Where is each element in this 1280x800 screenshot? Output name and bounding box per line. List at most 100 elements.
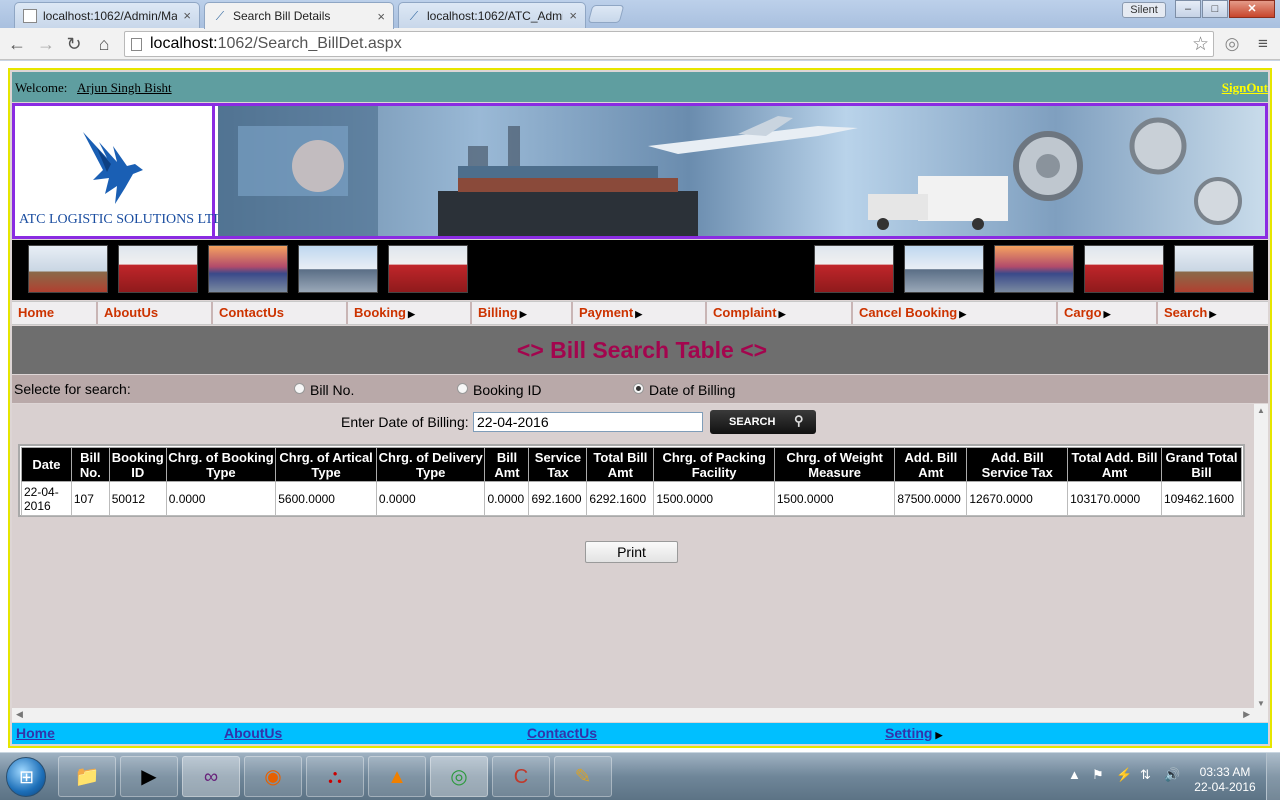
show-hidden-icons-icon[interactable]: ▲ — [1068, 767, 1081, 782]
radio-date-of-billing[interactable] — [633, 383, 644, 394]
tab-title: Search Bill Details — [233, 9, 331, 23]
paint-icon[interactable]: ✎ — [554, 756, 612, 797]
column-header: Chrg. of Packing Facility — [653, 447, 775, 482]
tab-title: localhost:1062/Admin/Ma — [43, 8, 178, 23]
menu-aboutus[interactable]: AboutUs — [98, 302, 213, 324]
menu-booking[interactable]: Booking ▶ — [348, 302, 472, 324]
menu-contactus[interactable]: ContactUs — [213, 302, 348, 324]
start-button[interactable]: ⊞ — [6, 757, 46, 797]
close-tab-icon[interactable]: × — [183, 8, 191, 23]
table-cell: 87500.0000 — [894, 481, 968, 516]
airplane-truck-thumbnail — [1174, 245, 1254, 293]
address-bar[interactable]: localhost:1062/Search_BillDet.aspx ☆ — [124, 31, 1214, 57]
table-cell: 22-04-2016 — [21, 481, 72, 516]
radio-booking-id[interactable] — [457, 383, 468, 394]
horizontal-scrollbar[interactable]: ◀ ▶ — [12, 708, 1268, 722]
tab-title: localhost:1062/ATC_Admi — [427, 8, 564, 23]
close-tab-icon[interactable]: × — [377, 9, 385, 24]
footer-contactus-link[interactable]: ContactUs — [527, 725, 597, 741]
chrome-icon[interactable]: ◎ — [430, 756, 488, 797]
minimize-button[interactable]: – — [1175, 0, 1201, 18]
menu-icon[interactable]: ≡ — [1252, 33, 1274, 55]
vlc-icon[interactable]: ▲ — [368, 756, 426, 797]
volume-icon[interactable]: 🔊 — [1164, 767, 1180, 783]
power-icon[interactable]: ⚡ — [1116, 767, 1132, 783]
acrobat-icon[interactable]: ⛬ — [306, 756, 364, 797]
windows-logo-icon: ⊞ — [19, 767, 35, 787]
clock-time: 03:33 AM — [1199, 765, 1251, 779]
title-bar: <> Bill Search Table <> — [12, 326, 1268, 374]
scroll-right-icon[interactable]: ▶ — [1243, 709, 1250, 720]
menu-cargo[interactable]: Cargo ▶ — [1058, 302, 1158, 324]
table-cell: 1500.0000 — [773, 481, 896, 516]
column-header: Bill No. — [70, 447, 110, 482]
table-cell: 5600.0000 — [275, 481, 377, 516]
forward-icon[interactable]: → — [34, 32, 58, 56]
file-explorer-icon[interactable]: 📁 — [58, 756, 116, 797]
reload-icon[interactable]: ↻ — [62, 32, 86, 56]
firefox-icon[interactable]: ◉ — [244, 756, 302, 797]
scroll-down-icon[interactable]: ▼ — [1257, 699, 1265, 708]
submenu-arrow-icon: ▶ — [1103, 309, 1111, 319]
radio-bill-no[interactable] — [294, 383, 305, 394]
search-button[interactable]: SEARCH ⚲ — [710, 410, 816, 434]
home-icon[interactable]: ⌂ — [92, 32, 116, 56]
extension-icon[interactable]: ◎ — [1221, 33, 1243, 55]
new-tab-button[interactable] — [587, 5, 625, 23]
star-icon[interactable]: ☆ — [1192, 33, 1209, 56]
red-truck-thumbnail — [388, 245, 468, 293]
white-truck-thumbnail — [904, 245, 984, 293]
vertical-scrollbar[interactable]: ▲ ▼ — [1254, 404, 1268, 710]
column-header: Total Add. Bill Amt — [1067, 447, 1162, 482]
radio-label-date-of-billing[interactable]: Date of Billing — [649, 382, 735, 398]
maximize-button[interactable]: □ — [1202, 0, 1228, 18]
browser-tab-atc-admin[interactable]: ⟋ localhost:1062/ATC_Admi × — [398, 2, 586, 28]
window-close-button[interactable]: ✕ — [1229, 0, 1275, 18]
date-of-billing-input[interactable] — [473, 412, 703, 432]
table-cell: 50012 — [108, 481, 167, 516]
main-menu: Home AboutUs ContactUs Booking ▶ Billing ▶… — [12, 301, 1268, 325]
bill-table: Date Bill No. Booking ID Chrg. of Bookin… — [21, 447, 1243, 516]
network-icon[interactable]: ⇅ — [1140, 767, 1151, 783]
thumbnail-strip — [12, 240, 1268, 300]
footer-aboutus-link[interactable]: AboutUs — [224, 725, 282, 741]
menu-complaint[interactable]: Complaint ▶ — [707, 302, 853, 324]
column-header: Date — [21, 447, 72, 482]
signout-link[interactable]: SignOut — [1222, 80, 1268, 96]
menu-cancel-booking[interactable]: Cancel Booking ▶ — [853, 302, 1058, 324]
close-tab-icon[interactable]: × — [569, 8, 577, 23]
table-cell: 0.0000 — [375, 481, 486, 516]
clock[interactable]: 03:33 AM 22-04-2016 — [1190, 765, 1260, 795]
media-player-icon[interactable]: ▶ — [120, 756, 178, 797]
radio-label-booking-id[interactable]: Booking ID — [473, 382, 541, 398]
column-header: Bill Amt — [484, 447, 530, 482]
menu-search[interactable]: Search ▶ — [1158, 302, 1268, 324]
footer-menu: Home AboutUs ContactUs Setting ▶ — [12, 723, 1268, 744]
eagle-icon — [83, 132, 143, 204]
red-truck-thumbnail — [814, 245, 894, 293]
show-desktop-button[interactable] — [1266, 753, 1280, 800]
submenu-arrow-icon: ▶ — [519, 309, 527, 319]
visual-studio-icon[interactable]: ∞ — [182, 756, 240, 797]
back-icon[interactable]: ← — [5, 32, 29, 56]
menu-home[interactable]: Home — [12, 302, 98, 324]
ccleaner-icon[interactable]: C — [492, 756, 550, 797]
menu-billing[interactable]: Billing ▶ — [472, 302, 573, 324]
flag-icon[interactable]: ⚑ — [1092, 767, 1104, 783]
browser-tab-admin[interactable]: localhost:1062/Admin/Ma × — [14, 2, 200, 28]
print-button[interactable]: Print — [585, 541, 678, 563]
table-cell: 0.0000 — [484, 481, 530, 516]
menu-payment[interactable]: Payment ▶ — [573, 302, 707, 324]
table-cell: 103170.0000 — [1067, 481, 1162, 516]
scroll-up-icon[interactable]: ▲ — [1257, 406, 1265, 415]
user-name-link[interactable]: Arjun Singh Bisht — [77, 80, 172, 96]
column-header: Add. Bill Amt — [894, 447, 968, 482]
column-header: Chrg. of Weight Measure — [773, 447, 896, 482]
column-header: Chrg. of Booking Type — [165, 447, 277, 482]
footer-setting-link[interactable]: Setting ▶ — [885, 725, 942, 741]
browser-tab-search-bill[interactable]: ⟋ Search Bill Details × — [204, 2, 394, 29]
magnifier-icon: ⚲ — [794, 413, 804, 428]
scroll-left-icon[interactable]: ◀ — [16, 709, 23, 720]
radio-label-bill-no[interactable]: Bill No. — [310, 382, 354, 398]
footer-home-link[interactable]: Home — [16, 725, 55, 741]
